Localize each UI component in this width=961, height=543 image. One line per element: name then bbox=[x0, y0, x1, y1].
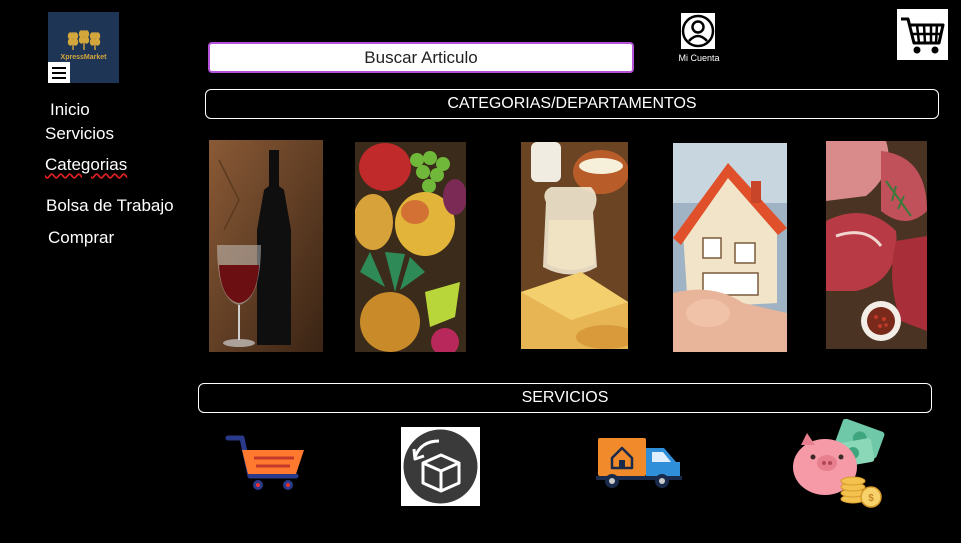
category-real-estate-image[interactable] bbox=[673, 143, 787, 352]
nav-servicios[interactable]: Servicios bbox=[45, 124, 114, 144]
package-return-icon[interactable] bbox=[401, 427, 480, 506]
nav-categorias[interactable]: Categorias bbox=[45, 155, 127, 175]
shopping-cart-icon[interactable] bbox=[897, 9, 948, 60]
brand-name: XpressMarket bbox=[60, 54, 107, 61]
category-wine-image[interactable] bbox=[209, 140, 323, 352]
categories-header: CATEGORIAS/DEPARTAMENTOS bbox=[205, 89, 939, 119]
wheat-icon bbox=[67, 30, 101, 50]
search-box bbox=[208, 42, 634, 73]
category-dairy-image[interactable] bbox=[521, 142, 628, 349]
category-meat-image[interactable] bbox=[826, 141, 927, 349]
svg-text:$: $ bbox=[868, 493, 874, 504]
piggy-bank-savings-icon[interactable]: $ bbox=[791, 418, 887, 509]
category-fruits-image[interactable] bbox=[355, 142, 466, 352]
services-header: SERVICIOS bbox=[198, 383, 932, 413]
nav-inicio[interactable]: Inicio bbox=[50, 100, 90, 120]
nav-bolsa-de-trabajo[interactable]: Bolsa de Trabajo bbox=[46, 196, 174, 216]
delivery-truck-icon[interactable] bbox=[596, 436, 682, 490]
user-circle-icon[interactable] bbox=[681, 13, 715, 49]
search-input[interactable] bbox=[210, 44, 632, 71]
account-label[interactable]: Mi Cuenta bbox=[668, 53, 730, 63]
nav-comprar[interactable]: Comprar bbox=[48, 228, 114, 248]
service-cart-icon[interactable] bbox=[224, 432, 308, 494]
hamburger-menu-icon[interactable] bbox=[48, 62, 70, 83]
